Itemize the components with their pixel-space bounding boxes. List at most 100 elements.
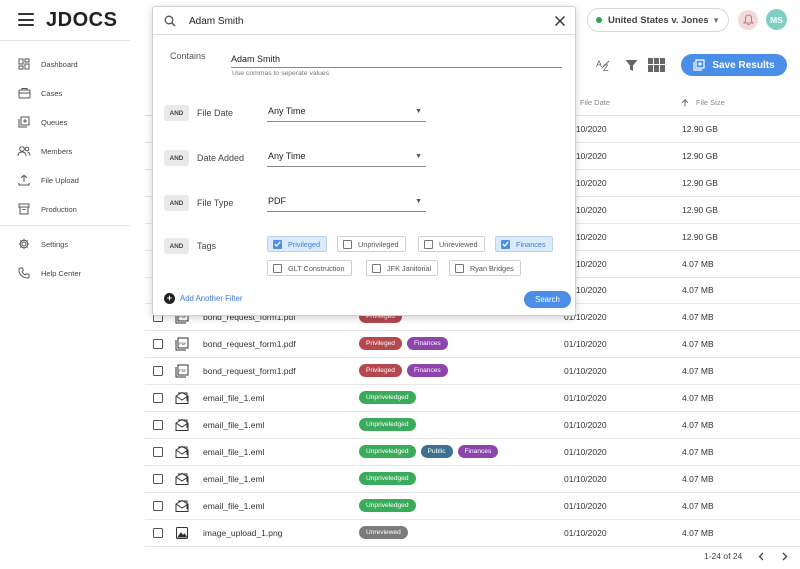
sidebar-item-file-upload[interactable]: File Upload <box>0 170 130 190</box>
gear-icon <box>17 237 31 251</box>
tag-label: Privileged <box>288 239 321 249</box>
row-tags: Unpriveledged <box>359 417 416 431</box>
queues-icon <box>17 115 31 129</box>
filter-icon[interactable] <box>622 56 640 74</box>
save-icon <box>693 59 705 71</box>
chevron-down-icon: ▼ <box>415 198 422 205</box>
tag-checkbox[interactable]: Unreviewed <box>418 236 485 252</box>
column-header-file-date[interactable]: File Date <box>580 98 610 107</box>
date-added-select[interactable]: Any Time ▼ <box>267 149 426 167</box>
file-date-select[interactable]: Any Time ▼ <box>267 104 426 122</box>
file-name[interactable]: bond_request_form1.pdf <box>203 339 296 349</box>
hamburger-menu-icon[interactable] <box>18 13 34 26</box>
tag-checkbox[interactable]: GLT Construction <box>267 260 352 276</box>
table-row[interactable]: email_file_1.eml Unpriveledged 01/10/2020 4… <box>145 385 800 412</box>
tag-checkbox[interactable]: Privileged <box>267 236 328 252</box>
and-operator-button[interactable]: AND <box>164 105 189 121</box>
svg-text:A: A <box>596 59 602 69</box>
email-file-icon <box>175 391 189 405</box>
and-operator-button[interactable]: AND <box>164 150 189 166</box>
add-another-filter-button[interactable]: + Add Another Filter <box>164 293 242 304</box>
search-button[interactable]: Search <box>524 291 571 308</box>
column-header-file-size[interactable]: File Size <box>681 98 725 107</box>
logo-text: JDOCS <box>46 9 118 31</box>
contains-field[interactable] <box>231 50 562 68</box>
sidebar-item-dashboard[interactable]: Dashboard <box>0 54 130 74</box>
table-row[interactable]: email_file_1.eml Unpriveledged Public Finan… <box>145 439 800 466</box>
row-checkbox[interactable] <box>153 473 163 484</box>
save-results-button[interactable]: Save Results <box>681 54 787 76</box>
file-size: 4.07 MB <box>682 312 714 323</box>
notification-bell-icon[interactable] <box>738 10 758 30</box>
sidebar-item-settings[interactable]: Settings <box>0 234 130 254</box>
case-selector[interactable]: United States v. Jones, 56... ▼ <box>587 8 729 32</box>
row-checkbox[interactable] <box>153 393 163 403</box>
sidebar-item-production[interactable]: Production <box>0 199 130 219</box>
grid-view-icon[interactable] <box>647 56 665 74</box>
sidebar-item-help-center[interactable]: Help Center <box>0 263 130 283</box>
row-checkbox[interactable] <box>153 419 163 430</box>
checkbox-empty-icon <box>273 263 282 273</box>
filter-label-file-date: File Date <box>197 108 234 118</box>
file-size: 12.90 GB <box>682 124 718 134</box>
search-bar <box>153 7 575 35</box>
file-name[interactable]: email_file_1.eml <box>203 501 264 511</box>
table-row[interactable]: PDF bond_request_form1.pdf Privileged Finan… <box>145 358 800 386</box>
sidebar-divider <box>0 225 130 226</box>
tag-chip: Finances <box>457 444 499 458</box>
sidebar-item-members[interactable]: Members <box>0 141 130 161</box>
sort-az-icon[interactable]: AZ <box>595 56 613 74</box>
sidebar-item-label: File Upload <box>41 175 79 185</box>
tag-chip: Unpriveledged <box>359 498 416 512</box>
file-name[interactable]: email_file_1.eml <box>203 420 264 430</box>
app-logo[interactable]: JDOCS <box>46 9 117 32</box>
tag-checkbox[interactable]: Finances <box>495 236 553 252</box>
row-checkbox[interactable] <box>153 366 163 377</box>
checkbox-empty-icon <box>424 239 433 249</box>
tag-checkbox[interactable]: Ryan Bridges <box>449 260 521 276</box>
save-results-label: Save Results <box>712 59 775 71</box>
file-name[interactable]: email_file_1.eml <box>203 474 264 484</box>
tag-chip: Unpriveledged <box>359 417 416 431</box>
file-type-value: PDF <box>268 196 286 206</box>
file-name[interactable]: image_upload_1.png <box>203 528 282 538</box>
file-type-select[interactable]: PDF ▼ <box>267 194 426 212</box>
tag-checkbox[interactable]: Unprivileged <box>337 236 406 252</box>
chevron-left-icon[interactable] <box>756 551 766 561</box>
table-row[interactable]: email_file_1.eml Unpriveledged 01/10/2020 4… <box>145 466 800 493</box>
sidebar-item-label: Queues <box>41 117 68 127</box>
table-row[interactable]: image_upload_1.png Unreviewed 01/10/2020 4.… <box>145 520 800 547</box>
chevron-right-icon[interactable] <box>780 551 790 561</box>
and-operator-button[interactable]: AND <box>164 195 189 211</box>
table-row[interactable]: email_file_1.eml Unpriveledged 01/10/2020 4… <box>145 493 800 520</box>
sidebar-item-cases[interactable]: Cases <box>0 83 130 103</box>
file-name[interactable]: bond_request_form1.pdf <box>203 366 296 376</box>
email-file-icon <box>175 499 189 513</box>
row-tags: Unpriveledged <box>359 498 416 512</box>
table-row[interactable]: PDF bond_request_form1.pdf Privileged Finan… <box>145 331 800 359</box>
row-checkbox[interactable] <box>153 446 163 457</box>
tag-chip: Public <box>420 444 453 458</box>
image-file-icon <box>175 526 189 540</box>
production-icon <box>17 202 31 216</box>
row-checkbox[interactable] <box>153 339 163 350</box>
row-checkbox[interactable] <box>153 527 163 538</box>
date-added-value: Any Time <box>268 151 306 161</box>
file-name[interactable]: email_file_1.eml <box>203 447 264 457</box>
search-input[interactable] <box>189 12 529 30</box>
pdf-file-icon: PDF <box>175 337 189 351</box>
file-date: 01/10/2020 <box>564 473 607 484</box>
chevron-down-icon: ▼ <box>415 108 422 115</box>
row-tags: Privileged Finances <box>359 337 448 351</box>
sidebar-item-queues[interactable]: Queues <box>0 112 130 132</box>
phone-icon <box>17 266 31 280</box>
file-size: 4.07 MB <box>682 366 714 377</box>
table-row[interactable]: email_file_1.eml Unpriveledged 01/10/2020 4… <box>145 412 800 439</box>
sidebar-item-label: Help Center <box>41 268 82 278</box>
tag-checkbox[interactable]: JFK Janitorial <box>366 260 439 276</box>
close-icon[interactable] <box>554 15 566 27</box>
user-avatar[interactable]: MS <box>766 9 787 30</box>
row-checkbox[interactable] <box>153 500 163 511</box>
and-operator-button[interactable]: AND <box>164 238 189 254</box>
file-name[interactable]: email_file_1.eml <box>203 393 264 403</box>
